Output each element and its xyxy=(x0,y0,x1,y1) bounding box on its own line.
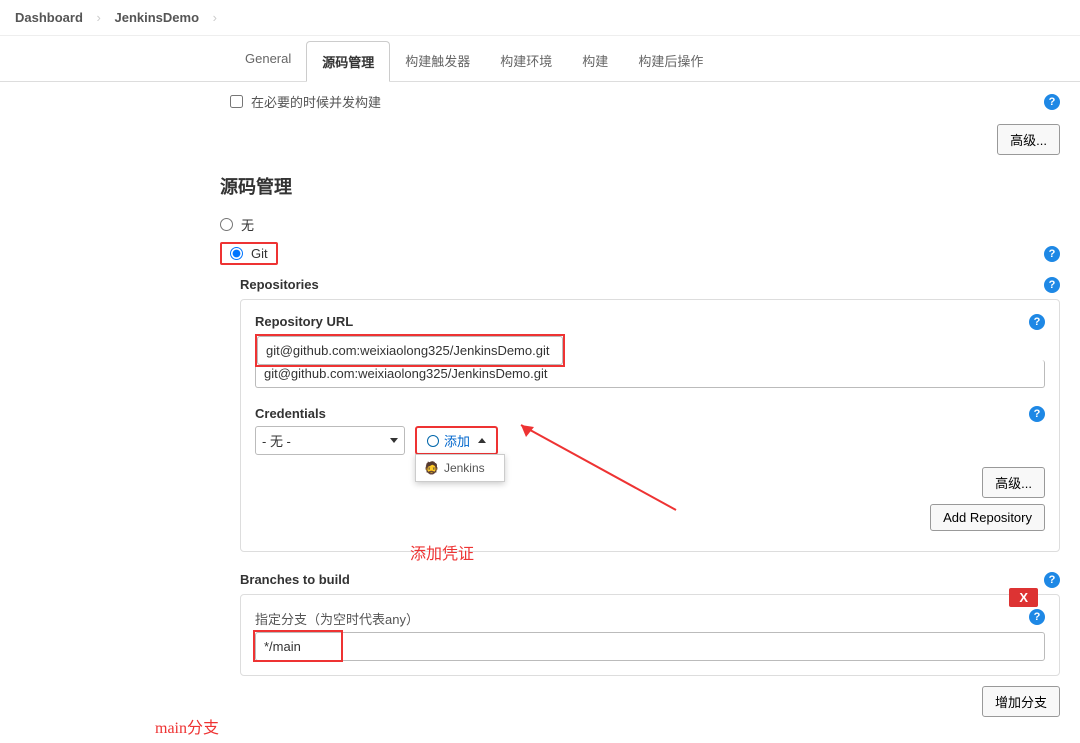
branches-heading: Branches to build xyxy=(240,572,350,588)
add-label: 添加 xyxy=(444,431,470,450)
credentials-value: - 无 - xyxy=(262,431,291,450)
breadcrumb: Dashboard › JenkinsDemo › xyxy=(0,0,1080,36)
repositories-heading: Repositories xyxy=(240,277,319,293)
concurrent-build-checkbox[interactable] xyxy=(230,95,243,108)
jenkins-icon: 🧔 xyxy=(424,461,439,475)
help-icon[interactable]: ? xyxy=(1029,314,1045,330)
add-repository-button[interactable]: Add Repository xyxy=(930,504,1045,531)
chevron-up-icon xyxy=(478,438,486,443)
branch-spec-label: 指定分支（为空时代表any） xyxy=(255,609,419,628)
help-icon[interactable]: ? xyxy=(1029,406,1045,422)
annotation-main-branch: main分支 xyxy=(155,714,219,738)
repo-url-input[interactable] xyxy=(257,336,563,365)
tab-post[interactable]: 构建后操作 xyxy=(623,41,718,81)
help-icon[interactable]: ? xyxy=(1044,94,1060,110)
advanced-button-repo[interactable]: 高级... xyxy=(982,467,1045,498)
config-tabs: General 源码管理 构建触发器 构建环境 构建 构建后操作 xyxy=(0,41,1080,82)
tab-triggers[interactable]: 构建触发器 xyxy=(390,41,485,81)
help-icon[interactable]: ? xyxy=(1044,246,1060,262)
key-icon xyxy=(427,435,439,447)
help-icon[interactable]: ? xyxy=(1044,277,1060,293)
tab-build[interactable]: 构建 xyxy=(567,41,623,81)
add-credentials-dropdown[interactable]: 🧔 Jenkins xyxy=(415,454,505,482)
breadcrumb-separator: › xyxy=(97,10,101,25)
tab-scm[interactable]: 源码管理 xyxy=(306,41,390,82)
repo-url-label: Repository URL xyxy=(255,314,353,330)
scm-section-title: 源码管理 xyxy=(220,173,1060,199)
help-icon[interactable]: ? xyxy=(1029,609,1045,625)
scm-none-label: 无 xyxy=(241,215,254,234)
dropdown-jenkins-label: Jenkins xyxy=(444,461,485,475)
tab-env[interactable]: 构建环境 xyxy=(485,41,567,81)
scm-git-radio[interactable] xyxy=(230,247,243,260)
content-area: 在必要的时候并发构建 ? 高级... 源码管理 无 Git ? Reposito… xyxy=(0,82,1080,743)
scm-git-label: Git xyxy=(251,246,268,261)
breadcrumb-dashboard[interactable]: Dashboard xyxy=(15,10,83,25)
breadcrumb-separator: › xyxy=(213,10,217,25)
credentials-label: Credentials xyxy=(255,406,326,422)
add-credentials-button[interactable]: 添加 xyxy=(415,426,498,455)
branch-spec-input[interactable] xyxy=(255,632,1045,661)
tab-general[interactable]: General xyxy=(230,41,306,81)
repositories-panel: Repository URL ? Credentials ? - 无 - 添 xyxy=(240,299,1060,552)
chevron-down-icon xyxy=(390,438,398,443)
help-icon[interactable]: ? xyxy=(1044,572,1060,588)
breadcrumb-project[interactable]: JenkinsDemo xyxy=(115,10,200,25)
concurrent-build-label: 在必要的时候并发构建 xyxy=(251,92,381,111)
add-branch-button[interactable]: 增加分支 xyxy=(982,686,1060,717)
scm-none-radio[interactable] xyxy=(220,218,233,231)
advanced-button-top[interactable]: 高级... xyxy=(997,124,1060,155)
annotation-add-credentials: 添加凭证 xyxy=(410,540,474,564)
delete-branch-button[interactable]: X xyxy=(1009,588,1038,607)
credentials-select[interactable]: - 无 - xyxy=(255,426,405,455)
